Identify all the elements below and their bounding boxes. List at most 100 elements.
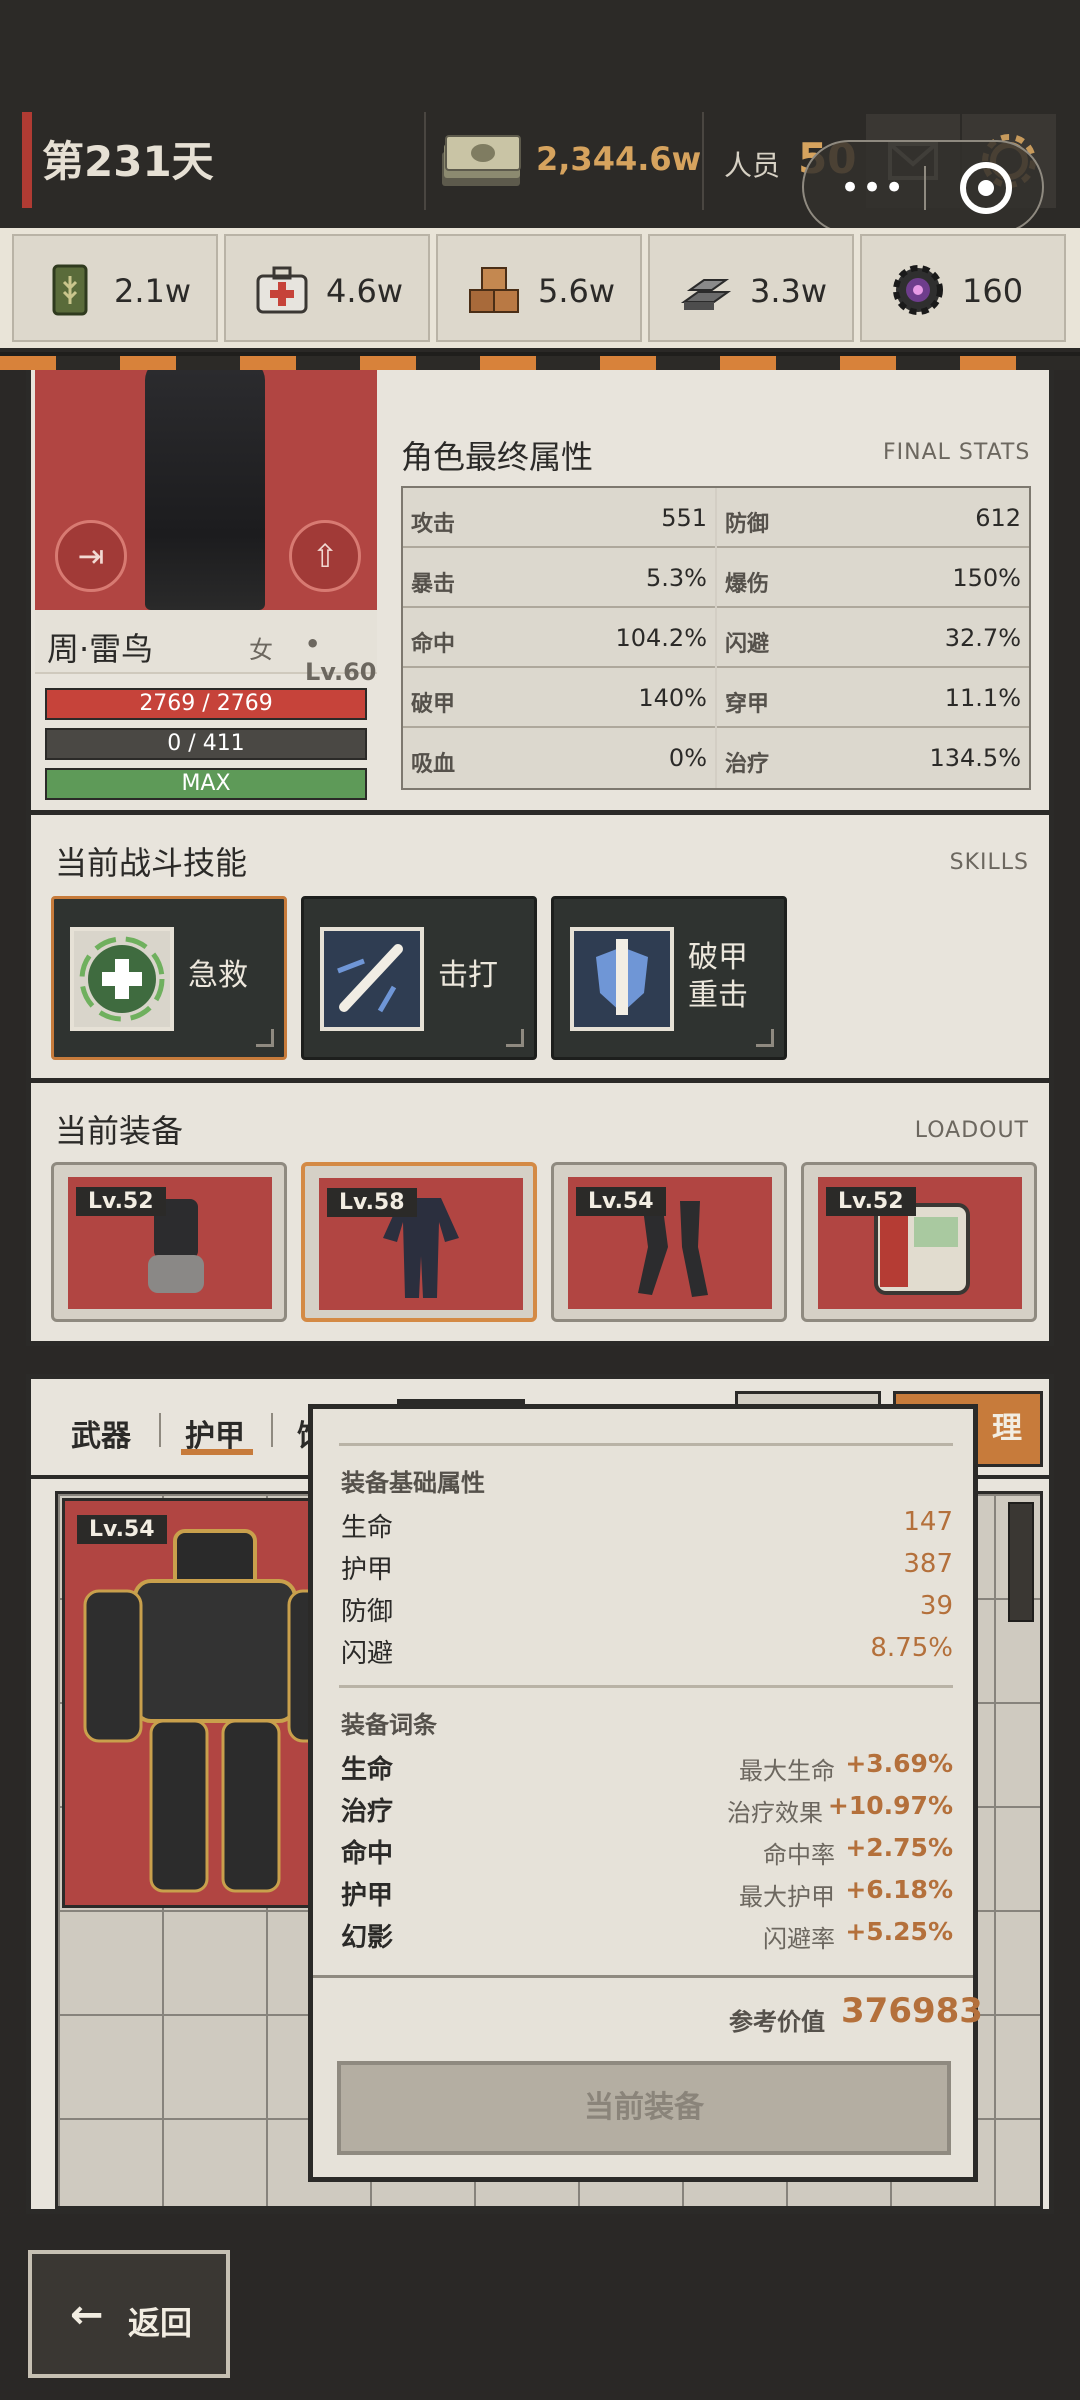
stat-lifesteal: 吸血 0%: [403, 728, 715, 788]
stat-crit: 暴击 5.3%: [403, 548, 715, 608]
item-level-badge: Lv.54: [77, 1515, 167, 1544]
day-accent-stripe: [22, 112, 32, 208]
skill-label: 急救: [188, 958, 248, 993]
back-button[interactable]: ← 返回: [28, 2250, 230, 2378]
item-level-badge: Lv.58: [327, 1188, 417, 1217]
base-stat-row: 护甲 387: [341, 1549, 953, 1585]
skill-label: 击打: [438, 958, 498, 993]
armor-break-icon: [570, 927, 674, 1031]
loadout-slot-legs[interactable]: Lv.54: [551, 1162, 787, 1322]
medkit-icon: [256, 266, 308, 314]
upload-arrow-icon: ⇧: [311, 537, 339, 575]
base-stats-title: 装备基础属性: [341, 1469, 485, 1497]
baton-strike-icon: [320, 927, 424, 1031]
item-detail-popup: 装备基础属性 生命 147 护甲 387 防御 39 闪避 8.75% 装备词条 生命最…: [308, 1399, 983, 2182]
loadout-title: 当前装备: [55, 1112, 184, 1150]
gear-core-icon: [893, 265, 943, 315]
resource-value: 4.6w: [326, 272, 404, 310]
character-name-row: 周·雷鸟 女 • Lv.60: [35, 610, 377, 686]
stat-crit-damage: 爆伤 150%: [717, 548, 1029, 608]
stat-accuracy: 命中 104.2%: [403, 608, 715, 668]
mini-program-capsule[interactable]: •••: [802, 140, 1044, 234]
affix-row: 治疗 治疗效果 +10.97%: [341, 1791, 953, 1827]
divider: [313, 1975, 973, 1978]
item-level-badge: Lv.54: [576, 1187, 666, 1216]
resource-value: 5.6w: [538, 272, 616, 310]
arrow-left-icon: ←: [70, 2292, 104, 2338]
skill-armor-break[interactable]: 破甲 重击: [551, 896, 787, 1060]
metal-bars-icon: [680, 279, 732, 310]
back-label: 返回: [128, 2304, 193, 2342]
character-name: 周·雷鸟: [47, 630, 154, 668]
first-aid-cross-icon: [70, 927, 174, 1031]
final-stats-title: 角色最终属性: [401, 438, 594, 476]
stat-healing: 治疗 134.5%: [717, 728, 1029, 788]
exit-icon: ⇥: [77, 537, 105, 575]
loadout-slot-accessory[interactable]: Lv.52: [801, 1162, 1037, 1322]
final-stats-table: 攻击 551 防御 612 暴击 5.3% 爆伤 150% 命中 104.2% 闪避 32.…: [401, 486, 1031, 790]
popup-tab-mark: [397, 1399, 525, 1409]
affix-row: 护甲 最大护甲 +6.18%: [341, 1875, 953, 1911]
staff-label: 人员: [724, 149, 781, 182]
top-status-bar: 第231天 2,344.6w 人员 50 •••: [0, 0, 1080, 234]
character-figure: [145, 370, 265, 610]
active-tab-underline: [181, 1449, 253, 1455]
divider: [339, 1443, 953, 1446]
resource-value: 2.1w: [114, 272, 192, 310]
corner-mark: [256, 1029, 274, 1047]
close-target-icon[interactable]: [960, 162, 1012, 214]
current-equipment-button[interactable]: 当前装备: [337, 2061, 951, 2155]
stat-attack: 攻击 551: [403, 488, 715, 548]
armor-bar: 0 / 411: [45, 728, 367, 760]
footer-bar: ← 返回: [0, 2222, 1080, 2400]
unequip-button[interactable]: ⇥: [55, 520, 127, 592]
resource-medkit[interactable]: 4.6w: [224, 234, 430, 342]
more-dots-icon[interactable]: •••: [840, 168, 906, 208]
loadout-slot-gloves[interactable]: Lv.52: [51, 1162, 287, 1322]
character-panel: ⇥ ⇧ 周·雷鸟 女 • Lv.60 2769 / 2769 0 / 411 M…: [26, 370, 1054, 1346]
resource-supplies[interactable]: 5.6w: [436, 234, 642, 342]
divider: [702, 112, 704, 210]
cash-value: 2,344.6w: [536, 140, 702, 178]
resource-ammo[interactable]: 2.1w: [12, 234, 218, 342]
item-level-badge: Lv.52: [76, 1187, 166, 1216]
resource-bar: 2.1w 4.6w 5.6w 3.3w 160: [0, 228, 1080, 348]
loadout-en-title: LOADOUT: [914, 1118, 1029, 1143]
affix-row: 生命 最大生命 +3.69%: [341, 1749, 953, 1785]
supply-crates-icon: [469, 267, 519, 313]
hp-bar: 2769 / 2769: [45, 688, 367, 720]
base-stat-row: 生命 147: [341, 1507, 953, 1543]
resource-core[interactable]: 160: [860, 234, 1066, 342]
skills-en-title: SKILLS: [949, 850, 1029, 875]
reference-value-label: 参考价值: [729, 2008, 825, 2036]
tab-divider: [271, 1413, 273, 1447]
resource-value: 3.3w: [750, 272, 828, 310]
base-stat-row: 防御 39: [341, 1591, 953, 1627]
skills-title: 当前战斗技能: [55, 844, 248, 882]
divider: [424, 112, 426, 210]
base-stat-row: 闪避 8.75%: [341, 1633, 953, 1669]
stat-penetration: 穿甲 11.1%: [717, 668, 1029, 728]
skill-first-aid[interactable]: 急救: [51, 896, 287, 1060]
stat-defense: 防御 612: [717, 488, 1029, 548]
skill-label: 破甲 重击: [688, 940, 748, 1013]
scrollbar[interactable]: [1008, 1502, 1034, 1622]
affix-title: 装备词条: [341, 1711, 437, 1739]
corner-mark: [756, 1029, 774, 1047]
tab-weapons[interactable]: 武器: [71, 1411, 131, 1455]
loadout-slot-body[interactable]: Lv.58: [301, 1162, 537, 1322]
upgrade-button[interactable]: ⇧: [289, 520, 361, 592]
divider: [339, 1685, 953, 1688]
affix-row: 幻影 闪避率 +5.25%: [341, 1917, 953, 1953]
skill-strike[interactable]: 击打: [301, 896, 537, 1060]
section-divider: [31, 1078, 1049, 1083]
stat-dodge: 闪避 32.7%: [717, 608, 1029, 668]
capsule-divider: [924, 166, 926, 210]
resource-metal[interactable]: 3.3w: [648, 234, 854, 342]
affix-row: 命中 命中率 +2.75%: [341, 1833, 953, 1869]
corner-mark: [506, 1029, 524, 1047]
stat-armor-break: 破甲 140%: [403, 668, 715, 728]
reference-value: 376983: [841, 1991, 983, 2031]
energy-bar: MAX: [45, 768, 367, 800]
final-stats-en-title: FINAL STATS: [883, 440, 1031, 465]
